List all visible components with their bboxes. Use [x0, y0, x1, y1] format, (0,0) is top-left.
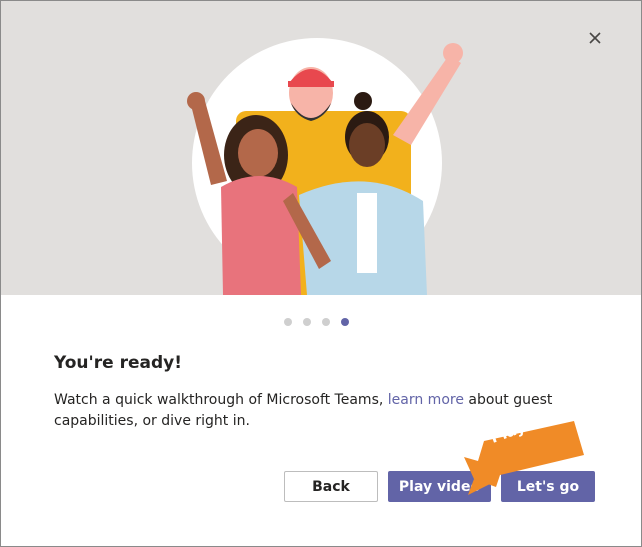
description-text: Watch a quick walkthrough of Microsoft T… — [54, 392, 388, 408]
hero-banner — [1, 1, 641, 295]
pager-dot-active[interactable] — [341, 318, 349, 326]
pager-dot[interactable] — [284, 318, 292, 326]
learn-more-link[interactable]: learn more — [388, 392, 464, 408]
back-button[interactable]: Back — [284, 471, 378, 502]
people-waving-illustration — [187, 38, 463, 295]
play-video-button[interactable]: Play video — [388, 471, 491, 502]
welcome-dialog: You're ready! Watch a quick walkthrough … — [0, 0, 642, 547]
pager-dot[interactable] — [303, 318, 311, 326]
lets-go-button[interactable]: Let's go — [501, 471, 595, 502]
close-icon[interactable] — [584, 27, 606, 49]
carousel-pager — [284, 318, 349, 326]
dialog-title: You're ready! — [54, 353, 182, 373]
pager-dot[interactable] — [322, 318, 330, 326]
